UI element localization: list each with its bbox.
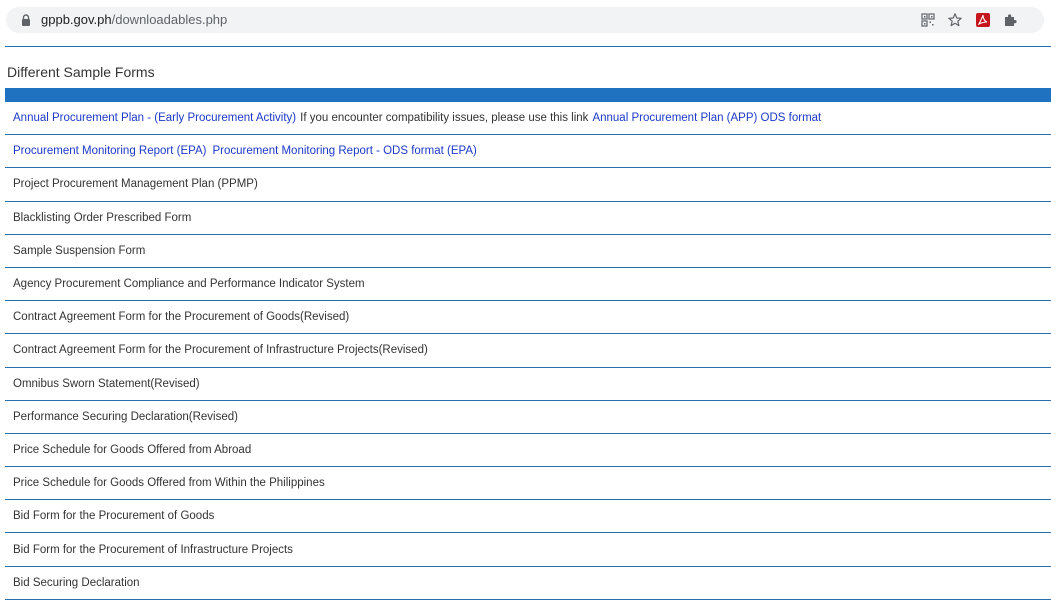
address-bar[interactable]: gppb.gov.ph/downloadables.php [6, 7, 1044, 33]
star-icon[interactable] [947, 12, 963, 28]
app-ods-format-link[interactable]: Annual Procurement Plan (APP) ODS format [592, 112, 821, 124]
list-item[interactable]: Omnibus Sworn Statement(Revised) [5, 368, 1051, 401]
list-item[interactable]: Price Schedule for Goods Offered from Ab… [5, 434, 1051, 468]
list-header-bar [5, 88, 1051, 102]
list-item[interactable]: Contract Agreement Form for the Procurem… [5, 334, 1051, 368]
top-divider [5, 46, 1051, 47]
list-item[interactable]: Performance Securing Declaration(Revised… [5, 401, 1051, 434]
list-item[interactable]: Bid Securing Declaration [5, 567, 1051, 600]
url-text[interactable]: gppb.gov.ph/downloadables.php [41, 12, 227, 28]
annual-procurement-plan-link[interactable]: Annual Procurement Plan - (Early Procure… [13, 112, 296, 124]
list-item[interactable]: Agency Procurement Compliance and Perfor… [5, 268, 1051, 302]
list-item[interactable]: Sample Suspension Form [5, 235, 1051, 268]
list-item-annual-procurement-plan: Annual Procurement Plan - (Early Procure… [5, 102, 1051, 136]
list-item-procurement-monitoring-report: Procurement Monitoring Report (EPA) Proc… [5, 135, 1051, 169]
puzzle-extension-icon[interactable] [1002, 12, 1018, 28]
page-title: Different Sample Forms [7, 64, 155, 80]
list-item[interactable]: Bid Form for the Procurement of Infrastr… [5, 533, 1051, 567]
procurement-monitoring-report-link[interactable]: Procurement Monitoring Report (EPA) [13, 145, 206, 157]
list-item[interactable]: Project Procurement Management Plan (PPM… [5, 168, 1051, 202]
procurement-monitoring-report-ods-link[interactable]: Procurement Monitoring Report - ODS form… [212, 145, 476, 157]
url-domain: gppb.gov.ph [41, 12, 112, 27]
list-item[interactable]: Contract Agreement Form for the Procurem… [5, 301, 1051, 335]
compatibility-note: If you encounter compatibility issues, p… [300, 112, 589, 125]
url-path: /downloadables.php [111, 12, 228, 27]
browser-toolbar: gppb.gov.ph/downloadables.php [0, 0, 1051, 40]
qr-code-icon[interactable] [920, 12, 936, 28]
list-item[interactable]: Blacklisting Order Prescribed Form [5, 202, 1051, 235]
lock-icon[interactable] [19, 13, 33, 27]
list-item[interactable]: Bid Form for the Procurement of Goods [5, 500, 1051, 534]
forms-list: Annual Procurement Plan - (Early Procure… [5, 102, 1051, 600]
list-item[interactable]: Price Schedule for Goods Offered from Wi… [5, 467, 1051, 501]
pdf-extension-icon[interactable] [975, 12, 991, 28]
